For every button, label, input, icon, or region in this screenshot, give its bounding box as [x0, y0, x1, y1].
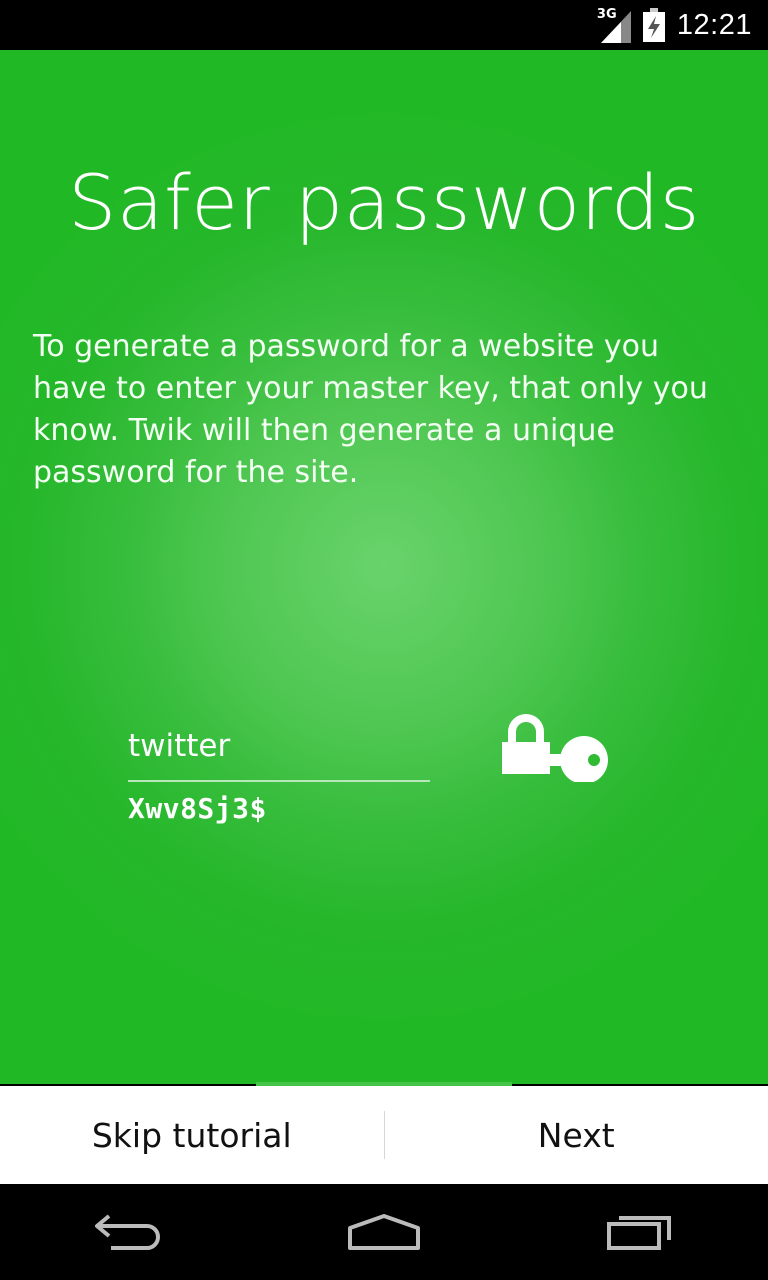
screen: 3G 12:21 Safer passwords To generate a p…	[0, 0, 768, 1280]
signal-3g-icon: 3G	[597, 7, 631, 43]
page-title: Safer passwords	[68, 158, 700, 247]
button-bar: Skip tutorial Next	[0, 1086, 768, 1184]
skip-tutorial-button[interactable]: Skip tutorial	[0, 1086, 384, 1184]
status-bar: 3G 12:21	[0, 0, 768, 50]
next-button[interactable]: Next	[385, 1086, 768, 1184]
home-icon[interactable]	[324, 1197, 444, 1267]
clock: 12:21	[676, 8, 752, 41]
tutorial-description: To generate a password for a website you…	[33, 329, 708, 490]
lock-key-icon[interactable]	[500, 710, 610, 786]
battery-charging-icon	[642, 8, 665, 42]
back-icon[interactable]	[68, 1197, 188, 1267]
generated-password: Xwv8Sj3$	[128, 792, 267, 825]
tutorial-panel[interactable]: Safer passwords To generate a password f…	[0, 50, 768, 1084]
status-icons: 3G 12:21	[597, 0, 752, 50]
recent-apps-icon[interactable]	[580, 1197, 700, 1267]
navigation-bar	[0, 1184, 768, 1280]
site-input[interactable]	[128, 720, 430, 782]
